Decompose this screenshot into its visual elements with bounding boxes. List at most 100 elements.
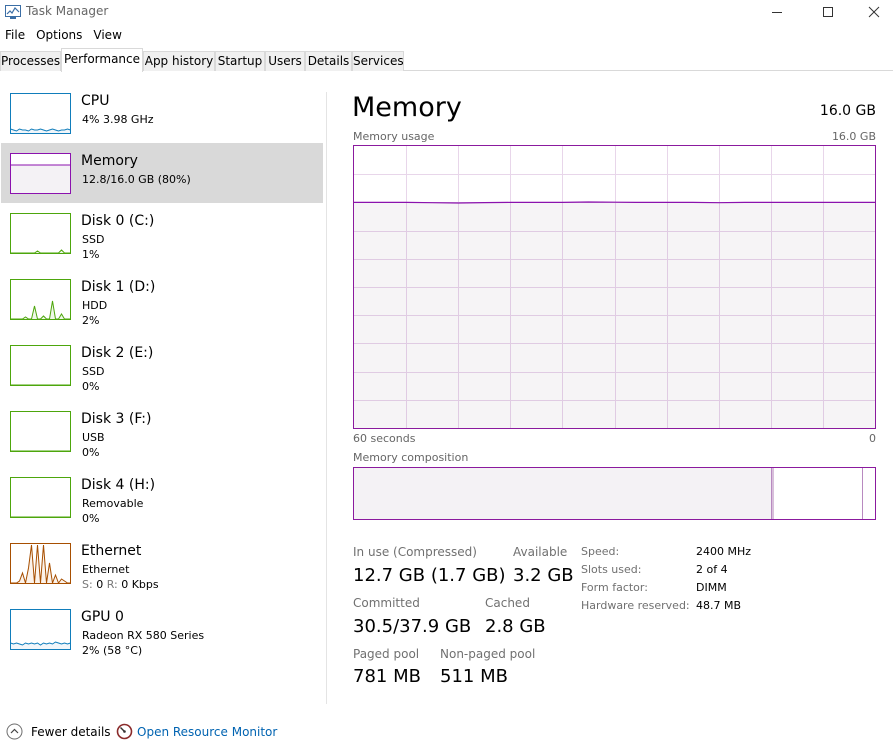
menu-view[interactable]: View (88, 26, 127, 44)
menu-options[interactable]: Options (31, 26, 88, 44)
spec-speed-value: 2400 MHz (696, 545, 752, 558)
resource-disk-4[interactable]: Disk 4 (H:) Removable 0% (1, 467, 323, 527)
resource-name: Disk 0 (C:) (81, 213, 155, 229)
resource-usage: 2% (58 °C) (82, 644, 143, 657)
window-title: Task Manager (26, 4, 109, 18)
disk-thumbnail-graph (10, 477, 71, 518)
panel-divider[interactable] (326, 92, 327, 704)
composition-standby (862, 468, 863, 519)
tab-services[interactable]: Services (352, 51, 404, 71)
minimize-icon (772, 12, 782, 13)
ethernet-thumbnail-graph (10, 543, 71, 584)
memory-composition-bar (353, 467, 876, 520)
resource-monitor-icon[interactable] (116, 723, 133, 740)
receive-label: R: (106, 578, 118, 591)
resource-gpu-0[interactable]: GPU 0 Radeon RX 580 Series 2% (58 °C) (1, 599, 323, 659)
resource-name: GPU 0 (81, 609, 124, 625)
resource-usage: 0% (82, 380, 100, 393)
minimize-button[interactable] (754, 0, 800, 24)
resource-name: Disk 2 (E:) (81, 345, 154, 361)
resource-type: USB (82, 431, 105, 444)
resource-name: Disk 4 (H:) (81, 477, 156, 493)
available-value: 3.2 GB (513, 565, 574, 586)
tab-startup[interactable]: Startup (215, 51, 265, 71)
non-paged-pool-value: 511 MB (440, 666, 508, 687)
resource-ethernet[interactable]: Ethernet Ethernet S: 0 R: 0 Kbps (1, 533, 323, 593)
resource-detail: 12.8/16.0 GB (80%) (82, 173, 191, 186)
close-button[interactable] (851, 0, 893, 24)
menu-bar: File Options View (0, 26, 128, 44)
spec-hardware-reserved-value: 48.7 MB (696, 599, 742, 612)
resource-usage: 0% (82, 446, 100, 459)
gpu-thumbnail-graph (10, 609, 71, 650)
tab-performance[interactable]: Performance (61, 48, 143, 72)
spec-slots-value: 2 of 4 (696, 563, 728, 576)
memory-usage-graph (353, 145, 876, 429)
resource-list: CPU 4% 3.98 GHz Memory 12.8/16.0 GB (80%… (0, 80, 325, 705)
cached-value: 2.8 GB (485, 616, 546, 637)
resource-usage: 1% (82, 248, 100, 261)
footer: Fewer details Open Resource Monitor (0, 718, 893, 748)
in-use-value: 12.7 GB (1.7 GB) (353, 565, 506, 586)
menu-file[interactable]: File (0, 26, 31, 44)
disk-thumbnail-graph (10, 213, 71, 254)
committed-value: 30.5/37.9 GB (353, 616, 472, 637)
resource-type: Removable (82, 497, 144, 510)
disk-thumbnail-graph (10, 345, 71, 386)
tab-processes[interactable]: Processes (0, 51, 61, 71)
axis-time-label: 60 seconds (353, 432, 416, 445)
tab-details[interactable]: Details (305, 51, 352, 71)
usage-graph-max: 16.0 GB (831, 130, 876, 143)
resource-model: Radeon RX 580 Series (82, 629, 205, 642)
chevron-up-icon[interactable] (6, 723, 23, 740)
resource-cpu[interactable]: CPU 4% 3.98 GHz (1, 83, 323, 143)
spec-form-factor-label: Form factor: (581, 581, 648, 594)
fewer-details-button[interactable]: Fewer details (31, 725, 111, 739)
axis-zero-label: 0 (869, 432, 876, 445)
open-resource-monitor-link[interactable]: Open Resource Monitor (137, 725, 277, 739)
spec-speed-label: Speed: (581, 545, 620, 558)
cached-label: Cached (485, 596, 530, 610)
resource-type: SSD (82, 233, 105, 246)
paged-pool-value: 781 MB (353, 666, 421, 687)
resource-disk-0[interactable]: Disk 0 (C:) SSD 1% (1, 203, 323, 263)
cpu-thumbnail-graph (10, 93, 71, 134)
in-use-label: In use (Compressed) (353, 545, 477, 559)
receive-value: 0 Kbps (121, 578, 159, 591)
resource-disk-2[interactable]: Disk 2 (E:) SSD 0% (1, 335, 323, 395)
memory-thumbnail-graph (10, 153, 71, 194)
composition-in-use (354, 468, 772, 519)
resource-type: Ethernet (82, 563, 130, 576)
usage-graph-label: Memory usage (353, 130, 435, 143)
resource-disk-3[interactable]: Disk 3 (F:) USB 0% (1, 401, 323, 461)
send-label: S: (82, 578, 93, 591)
spec-form-factor-value: DIMM (696, 581, 727, 594)
resource-usage: 0% (82, 512, 100, 525)
tab-users[interactable]: Users (265, 51, 305, 71)
send-value: 0 (96, 578, 104, 591)
resource-name: Disk 3 (F:) (81, 411, 152, 427)
resource-throughput: S: 0 R: 0 Kbps (82, 578, 159, 591)
resource-type: SSD (82, 365, 105, 378)
disk-thumbnail-graph (10, 279, 71, 320)
maximize-icon (823, 7, 833, 17)
resource-type: HDD (82, 299, 108, 312)
maximize-button[interactable] (805, 0, 851, 24)
available-label: Available (513, 545, 568, 559)
detail-title: Memory (352, 92, 462, 123)
close-icon (868, 6, 880, 18)
resource-disk-1[interactable]: Disk 1 (D:) HDD 2% (1, 269, 323, 329)
composition-modified (772, 468, 774, 519)
title-bar: Task Manager (0, 0, 893, 24)
committed-label: Committed (353, 596, 420, 610)
composition-label: Memory composition (353, 451, 469, 464)
resource-name: Disk 1 (D:) (81, 279, 156, 295)
spec-hardware-reserved-label: Hardware reserved: (581, 599, 690, 612)
tab-app-history[interactable]: App history (143, 51, 215, 71)
resource-name: CPU (81, 93, 110, 109)
tab-bar: Processes Performance App history Startu… (0, 48, 893, 72)
task-manager-icon (5, 4, 21, 19)
resource-usage: 2% (82, 314, 100, 327)
disk-thumbnail-graph (10, 411, 71, 452)
resource-memory[interactable]: Memory 12.8/16.0 GB (80%) (1, 143, 323, 203)
